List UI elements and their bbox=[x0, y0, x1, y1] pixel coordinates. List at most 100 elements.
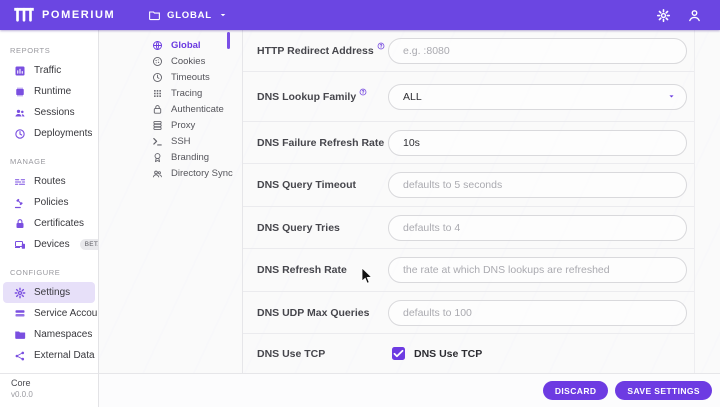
cookie-icon bbox=[152, 56, 163, 67]
sidebar-section-label: MANAGE bbox=[10, 157, 47, 166]
sidebar-item-namespaces[interactable]: Namespaces bbox=[3, 324, 95, 345]
field-label-dns-failure-refresh-rate: DNS Failure Refresh Rate bbox=[257, 136, 385, 149]
sidebar-item-certificates[interactable]: Certificates bbox=[3, 213, 95, 234]
subnav-item-authenticate[interactable]: Authenticate bbox=[152, 101, 242, 117]
discard-button[interactable]: DISCARD bbox=[542, 381, 609, 400]
routes-icon bbox=[14, 176, 26, 188]
directory-sync-icon bbox=[152, 168, 163, 179]
devices-icon bbox=[14, 239, 26, 251]
app-bar: POMERIUM GLOBAL bbox=[0, 0, 720, 30]
field-label-dns-query-timeout: DNS Query Timeout bbox=[257, 179, 356, 191]
form-row-dns-refresh-rate: DNS Refresh Rate bbox=[243, 249, 694, 292]
lock-icon bbox=[152, 104, 163, 115]
namespaces-icon bbox=[14, 329, 26, 341]
certificates-icon bbox=[14, 218, 26, 230]
field-label-dns-lookup-family: DNS Lookup Family bbox=[257, 88, 388, 103]
input-dns-query-timeout[interactable] bbox=[388, 172, 687, 198]
product-version: v0.0.0 bbox=[11, 390, 33, 399]
form-row-dns-query-tries: DNS Query Tries bbox=[243, 207, 694, 249]
subnav-item-ssh[interactable]: SSH bbox=[152, 133, 242, 149]
subnav-scrollbar-thumb[interactable] bbox=[227, 32, 230, 49]
input-dns-query-tries[interactable] bbox=[388, 214, 687, 241]
input-dns-udp-max-queries[interactable] bbox=[388, 299, 687, 326]
form-row-dns-query-timeout: DNS Query Timeout bbox=[243, 164, 694, 207]
proxy-icon bbox=[152, 120, 163, 131]
field-label-dns-query-tries: DNS Query Tries bbox=[257, 221, 340, 234]
help-icon[interactable] bbox=[359, 88, 367, 96]
namespace-switcher[interactable]: GLOBAL bbox=[148, 0, 228, 30]
subnav-item-directory-sync[interactable]: Directory Sync bbox=[152, 165, 242, 181]
save-settings-button[interactable]: SAVE SETTINGS bbox=[615, 381, 712, 400]
sidebar-item-sessions[interactable]: Sessions bbox=[3, 102, 95, 123]
subnav-item-branding[interactable]: Branding bbox=[152, 149, 242, 165]
namespace-label: GLOBAL bbox=[167, 9, 212, 21]
sidebar-section-label: CONFIGURE bbox=[10, 268, 61, 277]
form-row-http-redirect-address: HTTP Redirect Address bbox=[243, 30, 694, 72]
input-dns-refresh-rate[interactable] bbox=[388, 257, 687, 283]
input-dns-failure-refresh-rate[interactable] bbox=[388, 129, 687, 156]
settings-subnav: Global Cookies Timeouts Tracing Authenti… bbox=[99, 30, 243, 373]
chevron-down-icon bbox=[218, 10, 228, 20]
brand-name: POMERIUM bbox=[42, 9, 116, 21]
select-value: ALL bbox=[403, 90, 422, 103]
sidebar-section-label: REPORTS bbox=[10, 46, 51, 55]
content-area: Global Cookies Timeouts Tracing Authenti… bbox=[99, 30, 720, 407]
pomerium-logo-icon bbox=[13, 7, 35, 23]
dropdown-caret-icon bbox=[667, 92, 676, 101]
form-row-dns-udp-max-queries: DNS UDP Max Queries bbox=[243, 292, 694, 334]
field-label-dns-refresh-rate: DNS Refresh Rate bbox=[257, 264, 347, 276]
sidebar-item-deployments[interactable]: Deployments bbox=[3, 123, 95, 144]
folder-icon bbox=[148, 9, 161, 22]
help-icon[interactable] bbox=[377, 42, 385, 50]
settings-gear-icon[interactable] bbox=[656, 8, 671, 23]
sidebar-item-runtime[interactable]: Runtime bbox=[3, 81, 95, 102]
product-name: Core bbox=[11, 378, 31, 388]
traffic-icon bbox=[14, 65, 26, 77]
sessions-icon bbox=[14, 107, 26, 119]
deployments-icon bbox=[14, 128, 26, 140]
runtime-icon bbox=[14, 86, 26, 98]
settings-icon bbox=[14, 287, 26, 299]
branding-icon bbox=[152, 152, 163, 163]
service-accounts-icon bbox=[14, 308, 26, 320]
select-dns-lookup-family[interactable]: ALL bbox=[388, 83, 687, 110]
sidebar-item-policies[interactable]: Policies bbox=[3, 192, 95, 213]
right-gutter bbox=[694, 30, 720, 373]
tracing-icon bbox=[152, 88, 163, 99]
sidebar-item-routes[interactable]: Routes bbox=[3, 171, 95, 192]
main-sidebar: REPORTS Traffic Runtime Sessions Deploym… bbox=[0, 30, 99, 407]
sidebar-item-external-data[interactable]: External Data bbox=[3, 345, 95, 366]
field-label-dns-udp-max-queries: DNS UDP Max Queries bbox=[257, 306, 370, 319]
checkbox-dns-use-tcp[interactable]: DNS Use TCP bbox=[388, 347, 687, 360]
beta-badge: BETA bbox=[79, 239, 98, 250]
sidebar-section: MANAGE Routes Policies Certificates Devi… bbox=[0, 157, 98, 255]
sidebar-footer: Core v0.0.0 bbox=[0, 373, 98, 407]
app-bar-actions bbox=[656, 8, 720, 23]
ssh-icon bbox=[152, 136, 163, 147]
checkbox-checked-icon[interactable] bbox=[392, 347, 405, 360]
globe-icon bbox=[152, 40, 163, 51]
sidebar-item-traffic[interactable]: Traffic bbox=[3, 60, 95, 81]
field-label-http-redirect-address: HTTP Redirect Address bbox=[257, 42, 388, 57]
sidebar-section: CONFIGURE Settings Service Accounts Name… bbox=[0, 268, 98, 366]
body: REPORTS Traffic Runtime Sessions Deploym… bbox=[0, 30, 720, 407]
sidebar-item-service-accounts[interactable]: Service Accounts bbox=[3, 303, 98, 324]
sidebar-section: REPORTS Traffic Runtime Sessions Deploym… bbox=[0, 46, 98, 144]
sidebar-item-settings[interactable]: Settings bbox=[3, 282, 95, 303]
sidebar-sections: REPORTS Traffic Runtime Sessions Deploym… bbox=[0, 30, 98, 373]
pomerium-console: POMERIUM GLOBAL REPORTS Traffic Runtime … bbox=[0, 0, 720, 407]
input-http-redirect-address[interactable] bbox=[388, 37, 687, 64]
checkbox-label: DNS Use TCP bbox=[414, 347, 483, 360]
account-icon[interactable] bbox=[687, 8, 702, 23]
subnav-item-tracing[interactable]: Tracing bbox=[152, 85, 242, 101]
subnav-item-proxy[interactable]: Proxy bbox=[152, 117, 242, 133]
settings-form: HTTP Redirect Address DNS Lookup Family … bbox=[243, 30, 694, 373]
policies-icon bbox=[14, 197, 26, 209]
field-label-dns-use-tcp: DNS Use TCP bbox=[257, 347, 326, 360]
form-row-dns-use-tcp: DNS Use TCP DNS Use TCP bbox=[243, 334, 694, 373]
subnav-item-timeouts[interactable]: Timeouts bbox=[152, 69, 242, 85]
clock-icon bbox=[152, 72, 163, 83]
subnav-item-cookies[interactable]: Cookies bbox=[152, 53, 242, 69]
sidebar-item-devices[interactable]: Devices BETA bbox=[3, 234, 98, 255]
action-bar: DISCARD SAVE SETTINGS bbox=[99, 373, 720, 407]
